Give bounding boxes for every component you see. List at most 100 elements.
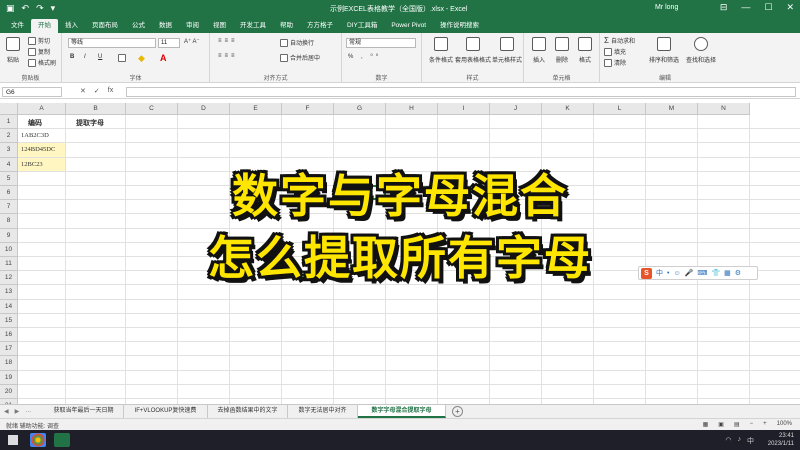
cell-styles-button[interactable]: 单元格样式 — [492, 37, 522, 64]
merge-center-button[interactable]: 合并后居中 — [280, 53, 320, 62]
page-break-view-icon[interactable]: ▤ — [734, 421, 740, 428]
font-color-icon[interactable]: A — [160, 53, 167, 63]
undo-icon[interactable]: ↶ — [22, 3, 30, 14]
conditional-format-button[interactable]: 条件格式 — [426, 37, 456, 64]
save-icon[interactable]: ▣ — [6, 3, 15, 14]
minimize-button[interactable]: — — [741, 2, 750, 13]
column-header-g[interactable]: G — [334, 103, 386, 115]
user-name[interactable]: Mr long — [655, 4, 678, 11]
row-header-16[interactable]: 16 — [0, 328, 18, 343]
close-button[interactable]: ✕ — [786, 2, 794, 13]
align-left-icons[interactable]: ≡≡≡ — [218, 53, 238, 59]
number-format-icons[interactable]: % , ⁰⁰ — [348, 53, 381, 60]
fill-button[interactable]: 填充 — [604, 47, 626, 56]
clear-button[interactable]: 清除 — [604, 58, 626, 67]
more-sheets-icon[interactable]: … — [25, 408, 31, 415]
paste-button[interactable]: 粘贴 — [6, 37, 20, 64]
tab-page-layout[interactable]: 页面布局 — [85, 19, 125, 33]
align-top-icons[interactable]: ≡≡≡ — [218, 38, 238, 44]
border-icon[interactable] — [118, 54, 126, 62]
italic-button[interactable]: I — [84, 54, 86, 60]
column-header-b[interactable]: B — [66, 103, 126, 115]
cancel-formula-icon[interactable]: ✕ — [80, 87, 86, 95]
row-header-17[interactable]: 17 — [0, 342, 18, 357]
column-header-c[interactable]: C — [126, 103, 178, 115]
add-sheet-button[interactable]: + — [452, 406, 463, 417]
row-header-1[interactable]: 1 — [0, 115, 18, 130]
row-header-18[interactable]: 18 — [0, 356, 18, 371]
punctuation-icon[interactable]: • — [667, 270, 669, 277]
tab-diy-toolbox[interactable]: DIY工具箱 — [340, 19, 384, 33]
copy-button[interactable]: 复制 — [28, 47, 50, 56]
sheet-tab[interactable]: 去掉函数结果中的文字 — [208, 405, 288, 418]
column-header-a[interactable]: A — [18, 103, 66, 115]
sheet-tab[interactable]: IF+VLOOKUP复快速费 — [124, 405, 208, 418]
customize-qat-icon[interactable]: ▾ — [51, 3, 56, 14]
tell-me-search[interactable]: 操作说明搜索 — [433, 19, 486, 33]
column-header-n[interactable]: N — [698, 103, 750, 115]
tab-view[interactable]: 视图 — [206, 19, 233, 33]
formula-input[interactable] — [126, 87, 796, 97]
format-cells-button[interactable]: 格式 — [574, 37, 596, 64]
cell-a2[interactable]: 1AB2C3D — [21, 132, 49, 139]
excel-icon[interactable] — [54, 433, 70, 447]
insert-cells-button[interactable]: 插入 — [528, 37, 550, 64]
column-header-m[interactable]: M — [646, 103, 698, 115]
font-name-select[interactable]: 等线 — [68, 38, 156, 48]
autosum-button[interactable]: Σ 自动求和 — [604, 36, 635, 45]
tab-power-pivot[interactable]: Power Pivot — [384, 19, 433, 33]
cell-b1[interactable]: 提取字母 — [76, 118, 104, 128]
tab-home[interactable]: 开始 — [31, 19, 58, 33]
grow-font-icon[interactable]: A⁺ A⁻ — [184, 38, 200, 45]
tab-insert[interactable]: 插入 — [58, 19, 85, 33]
column-header-h[interactable]: H — [386, 103, 438, 115]
sheet-tab[interactable]: 数字无法居中对齐 — [288, 405, 358, 418]
select-all-corner[interactable] — [0, 103, 18, 115]
wifi-icon[interactable]: ◠ — [725, 436, 731, 446]
format-as-table-button[interactable]: 套用表格格式 — [455, 37, 491, 64]
sheet-tab[interactable]: 获取当年最后一天日期 — [44, 405, 124, 418]
underline-button[interactable]: U — [98, 54, 102, 60]
row-header-15[interactable]: 15 — [0, 313, 18, 328]
tab-data[interactable]: 数据 — [152, 19, 179, 33]
windows-start-icon[interactable] — [8, 435, 18, 445]
row-header-19[interactable]: 19 — [0, 370, 18, 385]
tab-review[interactable]: 审阅 — [179, 19, 206, 33]
keyboard-icon[interactable]: ⌨ — [697, 269, 707, 277]
page-layout-view-icon[interactable]: ▣ — [718, 421, 724, 428]
toolbox-icon[interactable]: ▦ — [724, 269, 731, 277]
number-format-select[interactable]: 常规 — [346, 38, 416, 48]
bold-button[interactable]: B — [70, 54, 74, 60]
cell-a3[interactable]: 124BD45DC — [21, 146, 55, 153]
tab-file[interactable]: 文件 — [4, 19, 31, 33]
settings-icon[interactable]: ⚙ — [735, 269, 741, 277]
insert-function-icon[interactable]: fx — [108, 87, 113, 95]
tab-help[interactable]: 帮助 — [273, 19, 300, 33]
redo-icon[interactable]: ↷ — [36, 3, 44, 14]
next-sheet-icon[interactable]: ▶ — [15, 408, 20, 415]
skin-icon[interactable]: 👕 — [711, 269, 720, 277]
ime-tray-icon[interactable]: 中 — [747, 436, 754, 446]
row-header-14[interactable]: 14 — [0, 299, 18, 314]
prev-sheet-icon[interactable]: ◀ — [4, 408, 9, 415]
find-select-button[interactable]: 查找和选择 — [684, 37, 718, 64]
microphone-icon[interactable]: 🎤 — [685, 269, 694, 277]
format-painter-button[interactable]: 格式刷 — [28, 58, 56, 67]
sogou-logo-icon[interactable]: S — [641, 267, 652, 279]
tab-fangfanggezi[interactable]: 方方格子 — [300, 19, 340, 33]
fill-color-icon[interactable]: ◆ — [138, 53, 145, 64]
column-header-i[interactable]: I — [438, 103, 490, 115]
row-header-3[interactable]: 3 — [0, 143, 18, 158]
column-header-l[interactable]: L — [594, 103, 646, 115]
font-size-select[interactable]: 11 — [158, 38, 180, 48]
volume-icon[interactable]: ♪ — [738, 436, 742, 446]
tab-formulas[interactable]: 公式 — [125, 19, 152, 33]
tab-developer[interactable]: 开发工具 — [233, 19, 273, 33]
row-header-20[interactable]: 20 — [0, 384, 18, 399]
chrome-icon[interactable] — [30, 433, 46, 447]
sheet-tab-active[interactable]: 数字字母混合提取字母 — [358, 405, 446, 418]
cell-a1[interactable]: 编码 — [28, 118, 42, 128]
column-header-j[interactable]: J — [490, 103, 542, 115]
zoom-in-icon[interactable]: + — [763, 421, 767, 428]
cut-button[interactable]: 剪切 — [28, 36, 50, 45]
